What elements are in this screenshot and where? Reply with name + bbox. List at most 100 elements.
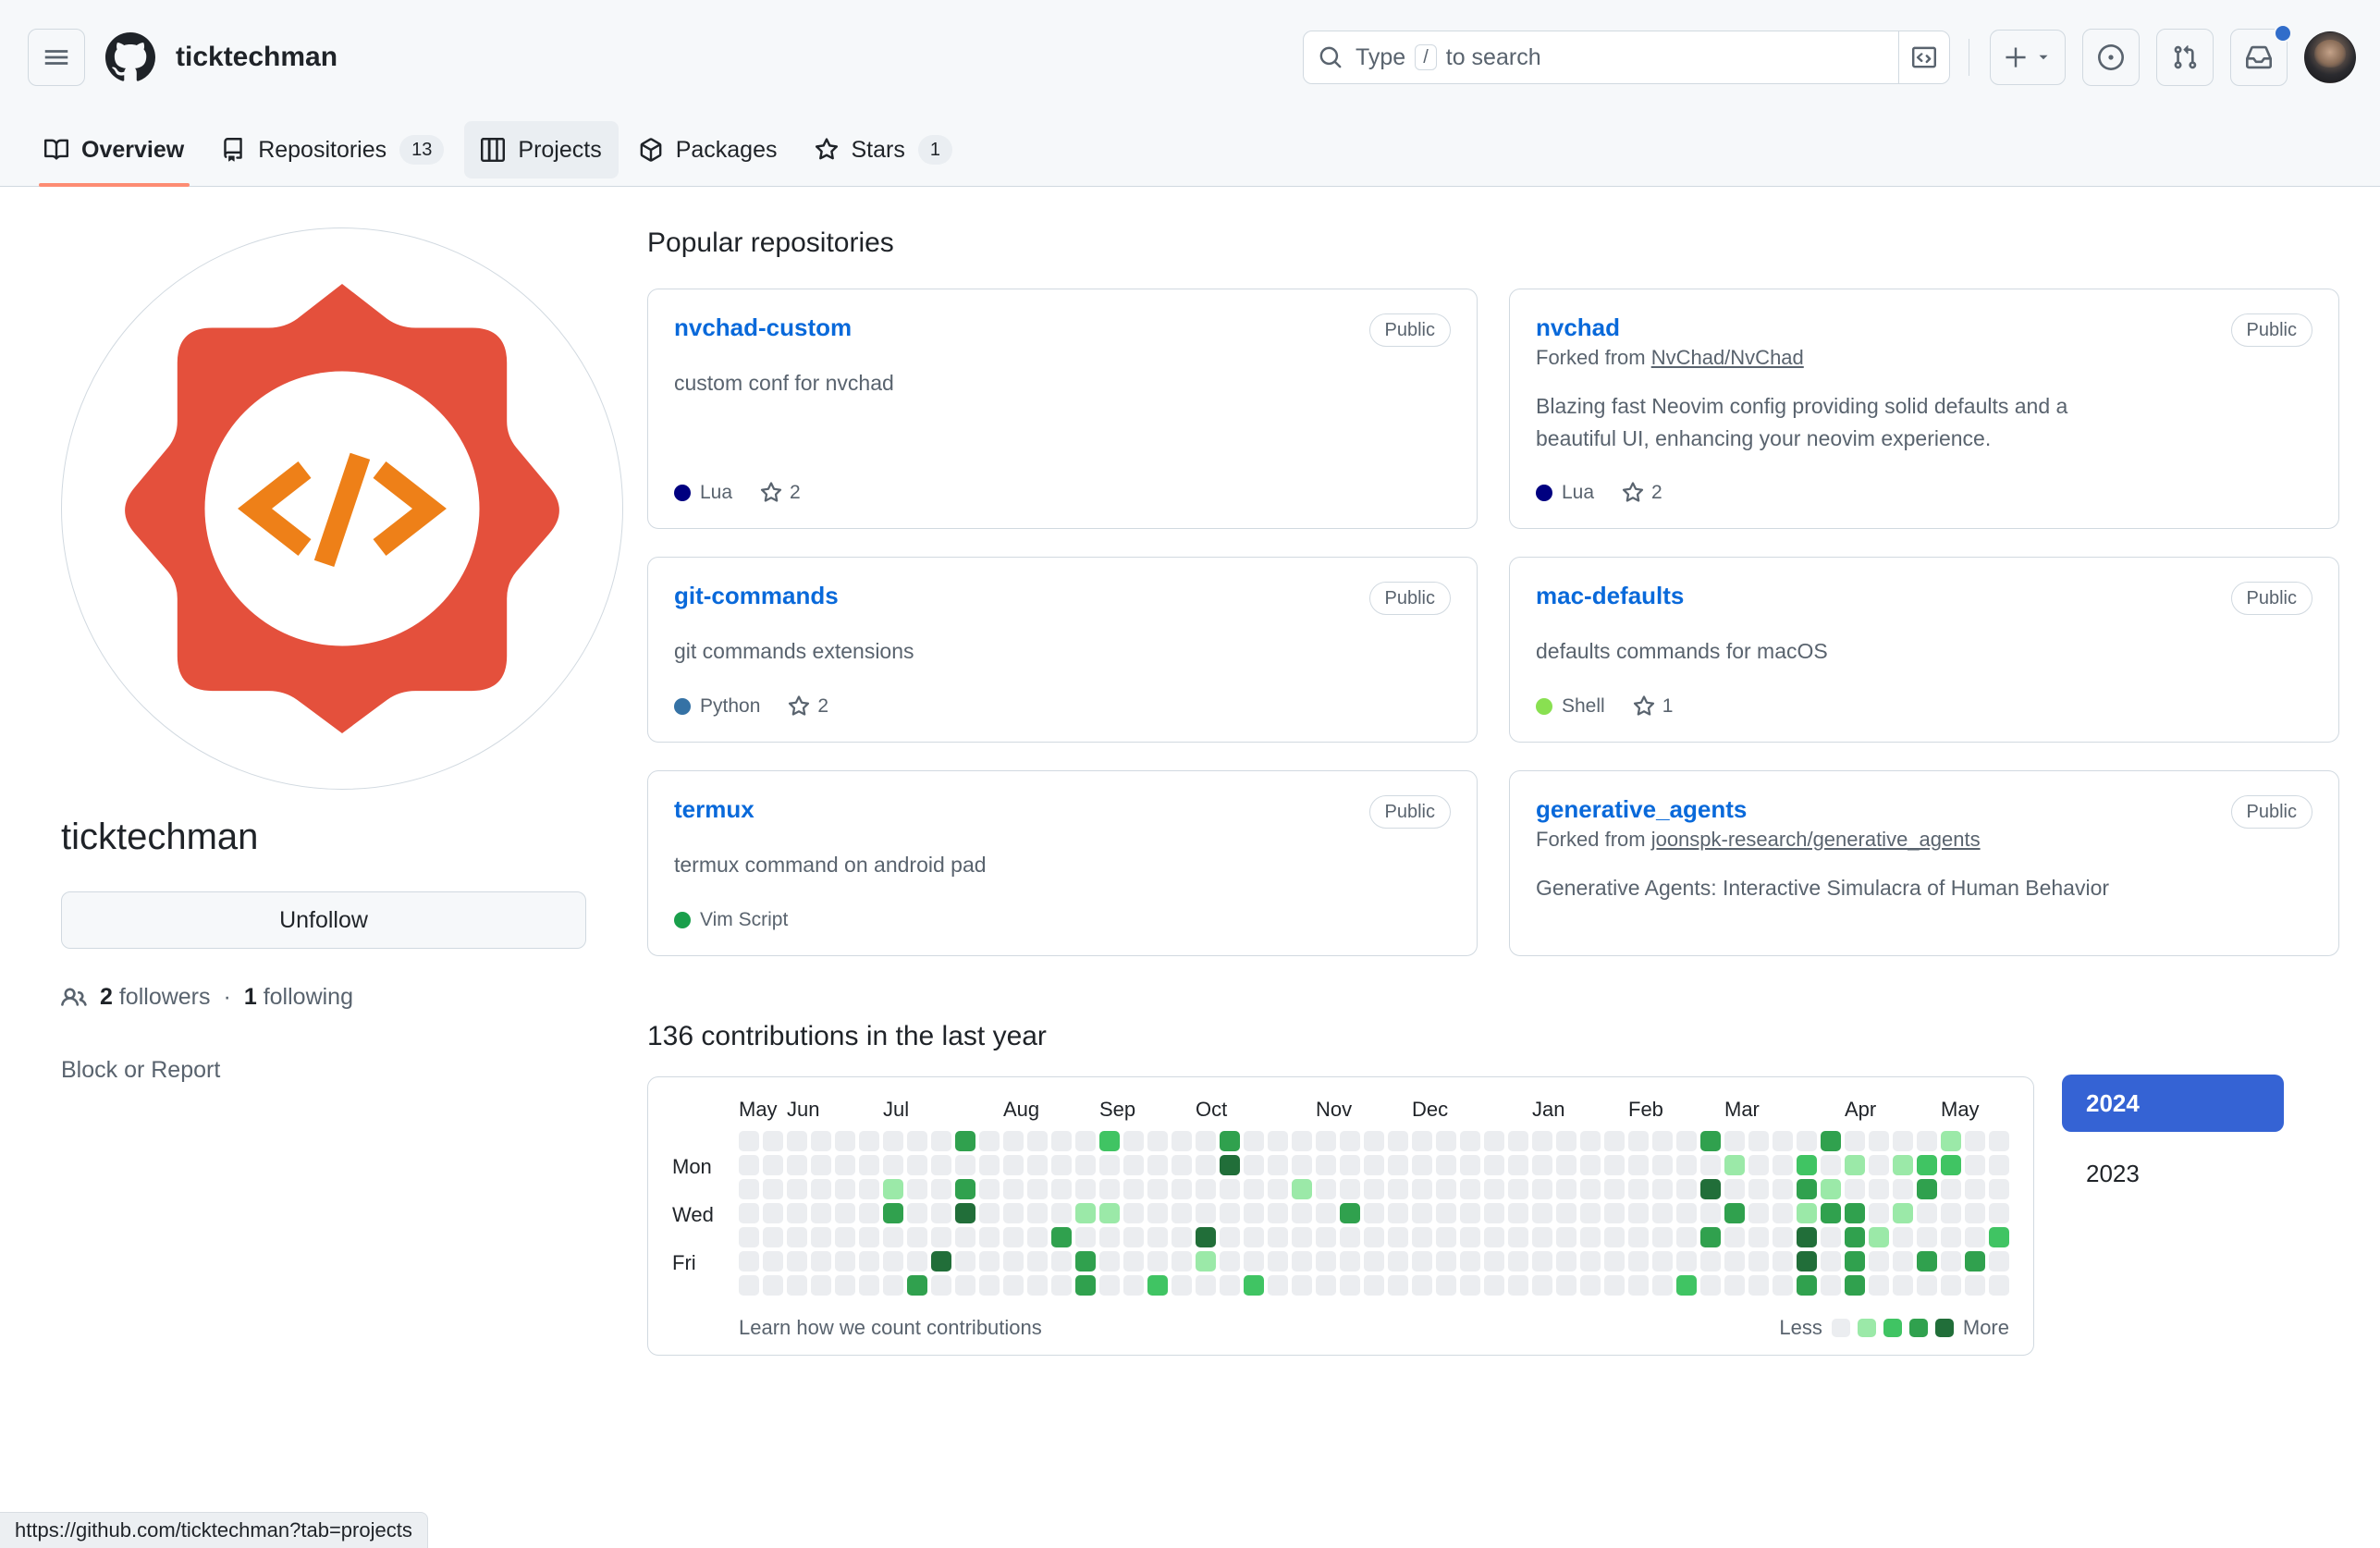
contribution-day-cell[interactable] — [1532, 1275, 1552, 1296]
contribution-day-cell[interactable] — [787, 1227, 807, 1248]
repository-name-link[interactable]: nvchad-custom — [674, 313, 852, 342]
contribution-day-cell[interactable] — [1700, 1131, 1721, 1152]
contribution-day-cell[interactable] — [1532, 1131, 1552, 1152]
contribution-day-cell[interactable] — [1652, 1155, 1673, 1176]
contribution-day-cell[interactable] — [1003, 1251, 1024, 1272]
contribution-day-cell[interactable] — [1989, 1179, 2009, 1200]
contribution-day-cell[interactable] — [1580, 1227, 1601, 1248]
contribution-day-cell[interactable] — [1436, 1275, 1456, 1296]
contribution-day-cell[interactable] — [1604, 1155, 1625, 1176]
contribution-day-cell[interactable] — [1340, 1131, 1360, 1152]
contribution-day-cell[interactable] — [1051, 1203, 1072, 1224]
contribution-day-cell[interactable] — [1748, 1179, 1769, 1200]
contribution-day-cell[interactable] — [907, 1203, 927, 1224]
contribution-day-cell[interactable] — [835, 1155, 855, 1176]
contribution-day-cell[interactable] — [1917, 1275, 1937, 1296]
contribution-day-cell[interactable] — [835, 1131, 855, 1152]
pull-requests-button[interactable] — [2156, 29, 2214, 86]
contribution-day-cell[interactable] — [1532, 1155, 1552, 1176]
contribution-day-cell[interactable] — [1604, 1227, 1625, 1248]
contribution-day-cell[interactable] — [1147, 1203, 1168, 1224]
repository-stars[interactable]: 1 — [1633, 695, 1673, 718]
contribution-day-cell[interactable] — [1676, 1227, 1697, 1248]
repository-stars[interactable]: 2 — [788, 695, 828, 718]
contribution-day-cell[interactable] — [1027, 1179, 1048, 1200]
contribution-day-cell[interactable] — [1484, 1251, 1504, 1272]
contribution-day-cell[interactable] — [1821, 1179, 1841, 1200]
contribution-day-cell[interactable] — [1075, 1131, 1096, 1152]
contribution-day-cell[interactable] — [1364, 1227, 1384, 1248]
contribution-day-cell[interactable] — [811, 1251, 831, 1272]
contribution-day-cell[interactable] — [931, 1131, 951, 1152]
unfollow-button[interactable]: Unfollow — [61, 891, 586, 949]
contribution-day-cell[interactable] — [931, 1203, 951, 1224]
contribution-day-cell[interactable] — [1220, 1251, 1240, 1272]
contribution-day-cell[interactable] — [1965, 1155, 1985, 1176]
contribution-day-cell[interactable] — [1147, 1251, 1168, 1272]
contribution-day-cell[interactable] — [739, 1275, 759, 1296]
contribution-day-cell[interactable] — [1508, 1251, 1528, 1272]
contribution-day-cell[interactable] — [1147, 1179, 1168, 1200]
contribution-day-cell[interactable] — [1580, 1275, 1601, 1296]
contribution-day-cell[interactable] — [859, 1131, 879, 1152]
contribution-day-cell[interactable] — [1388, 1203, 1408, 1224]
contribution-day-cell[interactable] — [835, 1227, 855, 1248]
contribution-day-cell[interactable] — [787, 1275, 807, 1296]
contribution-day-cell[interactable] — [859, 1179, 879, 1200]
contribution-day-cell[interactable] — [1724, 1275, 1745, 1296]
contribution-day-cell[interactable] — [1821, 1155, 1841, 1176]
contribution-day-cell[interactable] — [1580, 1131, 1601, 1152]
contribution-day-cell[interactable] — [1196, 1227, 1216, 1248]
contribution-day-cell[interactable] — [1845, 1179, 1865, 1200]
contribution-day-cell[interactable] — [1628, 1275, 1649, 1296]
owner-name-link[interactable]: ticktechman — [176, 42, 337, 73]
contribution-day-cell[interactable] — [955, 1227, 975, 1248]
repository-stars[interactable]: 2 — [760, 482, 801, 504]
contribution-day-cell[interactable] — [1220, 1227, 1240, 1248]
contribution-day-cell[interactable] — [1748, 1131, 1769, 1152]
contribution-day-cell[interactable] — [979, 1275, 1000, 1296]
contribution-day-cell[interactable] — [1051, 1275, 1072, 1296]
contribution-day-cell[interactable] — [1268, 1131, 1288, 1152]
contribution-day-cell[interactable] — [1484, 1203, 1504, 1224]
tab-packages[interactable]: Packages — [622, 121, 794, 178]
contribution-day-cell[interactable] — [1364, 1155, 1384, 1176]
contribution-day-cell[interactable] — [1412, 1179, 1432, 1200]
contribution-day-cell[interactable] — [1244, 1227, 1264, 1248]
contribution-day-cell[interactable] — [1652, 1203, 1673, 1224]
contribution-day-cell[interactable] — [907, 1131, 927, 1152]
block-or-report-link[interactable]: Block or Report — [61, 1057, 586, 1084]
contribution-day-cell[interactable] — [1244, 1275, 1264, 1296]
contribution-day-cell[interactable] — [1196, 1251, 1216, 1272]
contribution-day-cell[interactable] — [1172, 1131, 1192, 1152]
contribution-day-cell[interactable] — [1244, 1203, 1264, 1224]
contribution-day-cell[interactable] — [1773, 1227, 1793, 1248]
contribution-day-cell[interactable] — [787, 1179, 807, 1200]
contribution-day-cell[interactable] — [1893, 1131, 1913, 1152]
contribution-day-cell[interactable] — [907, 1275, 927, 1296]
contribution-day-cell[interactable] — [1700, 1203, 1721, 1224]
contribution-day-cell[interactable] — [931, 1179, 951, 1200]
contribution-day-cell[interactable] — [1484, 1131, 1504, 1152]
contribution-day-cell[interactable] — [907, 1227, 927, 1248]
contribution-day-cell[interactable] — [1556, 1155, 1576, 1176]
contribution-day-cell[interactable] — [1099, 1275, 1120, 1296]
contribution-day-cell[interactable] — [1364, 1179, 1384, 1200]
contribution-day-cell[interactable] — [1051, 1179, 1072, 1200]
contribution-day-cell[interactable] — [1220, 1131, 1240, 1152]
contribution-day-cell[interactable] — [1436, 1155, 1456, 1176]
contribution-day-cell[interactable] — [1845, 1203, 1865, 1224]
contribution-day-cell[interactable] — [1700, 1155, 1721, 1176]
contribution-day-cell[interactable] — [1676, 1203, 1697, 1224]
contribution-day-cell[interactable] — [1917, 1131, 1937, 1152]
contribution-day-cell[interactable] — [1580, 1179, 1601, 1200]
contribution-day-cell[interactable] — [955, 1251, 975, 1272]
contribution-day-cell[interactable] — [1003, 1155, 1024, 1176]
contribution-day-cell[interactable] — [1628, 1227, 1649, 1248]
contribution-day-cell[interactable] — [739, 1251, 759, 1272]
contribution-day-cell[interactable] — [1268, 1275, 1288, 1296]
contribution-day-cell[interactable] — [1220, 1179, 1240, 1200]
contribution-day-cell[interactable] — [1196, 1275, 1216, 1296]
contribution-day-cell[interactable] — [1941, 1203, 1961, 1224]
contribution-day-cell[interactable] — [1316, 1251, 1336, 1272]
